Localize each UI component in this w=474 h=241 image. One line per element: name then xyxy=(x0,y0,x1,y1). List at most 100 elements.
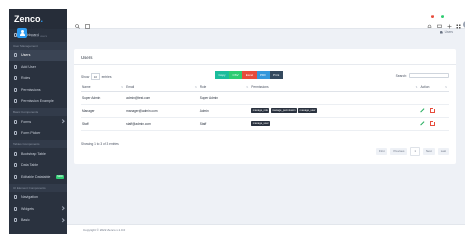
topbar: 3 2 xyxy=(67,9,465,29)
home-icon[interactable] xyxy=(439,30,443,34)
sidebar-item-bootstrap-table[interactable]: Bootstrap Table xyxy=(9,148,67,160)
sidebar-item-label: Navigation xyxy=(21,195,38,200)
add-user-icon xyxy=(13,64,18,69)
cell-name: Manager xyxy=(81,104,126,118)
page-header: Users List of users xyxy=(17,27,47,38)
apps-grid-icon[interactable] xyxy=(456,16,461,29)
column-header-email[interactable]: Email ⇅ xyxy=(125,84,199,92)
pager-1-button[interactable]: 1 xyxy=(410,147,420,156)
sidebar-item-roles[interactable]: Roles xyxy=(9,73,67,85)
roles-icon xyxy=(13,76,18,81)
sidebar-item-users[interactable]: Users xyxy=(9,49,67,61)
users-table: Name ⇅ Email ⇅ Role ⇅ Permissions ⇅ Action ⇅ Supe… xyxy=(81,84,449,131)
users-icon xyxy=(13,53,18,58)
search-icon[interactable] xyxy=(75,16,80,29)
search-label: Search: xyxy=(395,73,407,78)
sidebar-item-forms[interactable]: Forms xyxy=(9,116,67,128)
pager-first-button[interactable]: First xyxy=(376,148,388,155)
sidebar-item-label: Roles xyxy=(21,76,31,81)
pager-previous-button[interactable]: Previous xyxy=(390,148,408,155)
bell-icon[interactable]: 3 xyxy=(427,15,434,28)
breadcrumb: Users xyxy=(439,30,453,34)
sidebar-section-title: User Management xyxy=(9,41,67,50)
column-label: Role xyxy=(199,85,207,90)
users-card: Users Show 10 entries Copy CSV Excel PDF Pri… xyxy=(74,49,456,164)
export-print-button[interactable]: Print xyxy=(269,71,283,79)
sidebar-item-basic[interactable]: Basic xyxy=(9,215,67,227)
delete-icon[interactable] xyxy=(429,108,435,113)
brand-name: Zenco xyxy=(14,14,41,24)
avatar[interactable] xyxy=(463,15,465,28)
editable-datatable-icon xyxy=(13,174,18,179)
export-csv-button[interactable]: CSV xyxy=(229,71,243,79)
length-control: Show 10 entries xyxy=(81,73,112,80)
cell-role: Staff xyxy=(198,117,251,131)
sidebar: Zenco. Dashboard User Management Users Add … xyxy=(9,9,67,234)
pager-last-button[interactable]: Last xyxy=(437,148,449,155)
sidebar-item-widgets[interactable]: Widgets xyxy=(9,203,67,215)
pager-next-button[interactable]: Next xyxy=(422,148,435,155)
data-table-icon xyxy=(13,163,18,168)
bootstrap-table-icon xyxy=(13,151,18,156)
column-header-permissions[interactable]: Permissions ⇅ xyxy=(250,84,420,92)
navigation-icon xyxy=(13,195,18,200)
fullscreen-icon[interactable] xyxy=(85,16,90,29)
cell-name: Super Admin xyxy=(81,91,126,105)
sidebar-section-title: Basic Components xyxy=(9,108,67,116)
message-badge: 2 xyxy=(440,15,444,18)
edit-icon[interactable] xyxy=(421,108,425,112)
sort-icon: ⇅ xyxy=(444,86,447,89)
page-title: Users xyxy=(31,27,45,33)
permission-example-icon xyxy=(13,99,18,104)
column-header-action[interactable]: Action ⇅ xyxy=(419,84,449,92)
export-pdf-button[interactable]: PDF xyxy=(256,71,270,79)
card-title: Users xyxy=(81,55,93,60)
delete-icon[interactable] xyxy=(429,121,435,126)
cell-email: manager@admin.com xyxy=(125,104,199,118)
users-icon xyxy=(17,27,27,38)
brand-logo[interactable]: Zenco. xyxy=(9,9,67,29)
cell-role: Super Admin xyxy=(198,91,251,105)
length-suffix: entries xyxy=(101,74,112,79)
chevron-right-icon xyxy=(59,119,64,124)
column-header-name[interactable]: Name ⇅ xyxy=(81,84,126,92)
breadcrumb-current: Users xyxy=(444,30,453,34)
permission-badge: manage_permission xyxy=(270,108,297,113)
sidebar-item-add-user[interactable]: Add User xyxy=(9,61,67,73)
sidebar-item-label: Basic xyxy=(21,218,30,223)
sidebar-item-editable-datatable[interactable]: Editable Datatable NEW xyxy=(9,171,67,183)
widgets-icon xyxy=(13,206,18,211)
sidebar-item-data-table[interactable]: Data Table xyxy=(9,160,67,172)
export-copy-button[interactable]: Copy xyxy=(215,71,230,79)
cell-email: staff@admin.com xyxy=(125,117,199,131)
cell-permissions: manage_role manage_permission manage_user xyxy=(250,104,420,118)
column-label: Email xyxy=(126,85,135,90)
sidebar-item-navigation[interactable]: Navigation xyxy=(9,192,67,204)
message-icon[interactable]: 2 xyxy=(437,15,444,28)
table-header-row: Name ⇅ Email ⇅ Role ⇅ Permissions ⇅ Action ⇅ xyxy=(81,84,449,92)
column-label: Permissions xyxy=(251,85,269,90)
sort-icon: ⇅ xyxy=(415,86,418,89)
sidebar-item-form-picker[interactable]: Form Picker xyxy=(9,128,67,140)
add-icon[interactable] xyxy=(447,16,452,29)
cell-email: admin@test.com xyxy=(125,91,199,105)
pagination: First Previous 1 Next Last xyxy=(373,147,449,156)
sidebar-item-label: Editable Datatable xyxy=(21,174,51,179)
cell-permissions xyxy=(250,91,420,105)
length-select[interactable]: 10 xyxy=(91,73,100,80)
table-row: Manager manager@admin.com Admin manage_role… xyxy=(81,104,449,118)
new-badge: NEW xyxy=(56,174,64,179)
edit-icon[interactable] xyxy=(421,121,425,125)
cell-action xyxy=(419,117,449,131)
search-input[interactable] xyxy=(409,73,449,78)
export-excel-button[interactable]: Excel xyxy=(242,71,257,79)
column-header-role[interactable]: Role ⇅ xyxy=(198,84,251,92)
sidebar-item-permissions[interactable]: Permissions xyxy=(9,84,67,96)
basic-icon xyxy=(13,218,18,223)
column-label: Action xyxy=(420,85,430,90)
sidebar-item-label: Form Picker xyxy=(21,131,41,136)
cell-permissions: manage_user xyxy=(250,117,420,131)
brand-dot: . xyxy=(40,14,44,24)
sidebar-item-permission-example[interactable]: Permission Example xyxy=(9,96,67,108)
forms-icon xyxy=(13,119,18,124)
